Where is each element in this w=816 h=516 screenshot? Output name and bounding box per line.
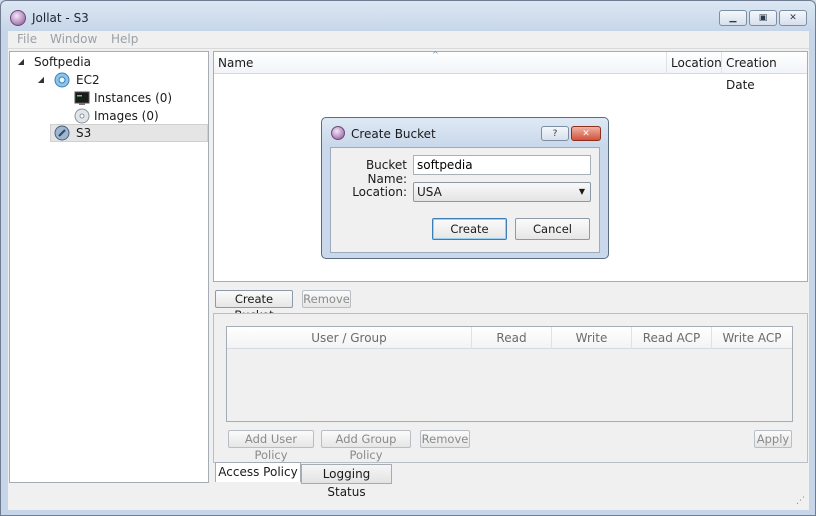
location-label: Location: bbox=[352, 185, 407, 199]
disc-icon bbox=[74, 108, 90, 124]
app-icon bbox=[10, 10, 26, 26]
maximize-button[interactable]: ▣ bbox=[749, 10, 777, 26]
help-button[interactable]: ? bbox=[541, 126, 569, 141]
chevron-down-icon: ▼ bbox=[578, 187, 585, 196]
create-bucket-button[interactable]: Create Bucket bbox=[215, 290, 293, 322]
tab-access-policy[interactable]: Access Policy bbox=[215, 462, 301, 482]
maximize-icon: ▣ bbox=[758, 13, 768, 23]
add-user-policy-button[interactable]: Add User Policy bbox=[228, 430, 314, 462]
bucket-name-input[interactable] bbox=[413, 155, 591, 175]
terminal-icon bbox=[74, 91, 90, 105]
tree-item-label: Instances (0) bbox=[94, 91, 173, 105]
close-icon: ✕ bbox=[582, 129, 590, 139]
create-bucket-dialog: Create Bucket ? ✕ Bucket Name: Location:… bbox=[321, 117, 609, 259]
s3-storage-icon bbox=[54, 125, 70, 141]
column-header-read-acp[interactable]: Read ACP bbox=[632, 327, 712, 349]
remove-bucket-button[interactable]: Remove bbox=[302, 290, 351, 308]
column-header-location[interactable]: Location bbox=[667, 52, 722, 74]
cancel-button[interactable]: Cancel bbox=[515, 218, 590, 240]
add-group-policy-button[interactable]: Add Group Policy bbox=[321, 430, 411, 462]
tree-item-ec2[interactable]: ◢ EC2 bbox=[34, 71, 204, 89]
title-bar[interactable]: Jollat - S3 ▁ ▣ ✕ bbox=[1, 1, 815, 31]
menu-help[interactable]: Help bbox=[111, 32, 138, 46]
close-icon: ✕ bbox=[789, 13, 797, 23]
tree-item-instances[interactable]: Instances (0) bbox=[72, 89, 202, 107]
menu-bar: File Window Help bbox=[8, 31, 809, 49]
policy-grid[interactable]: User / Group Read Write Read ACP Write A… bbox=[226, 326, 793, 422]
tree-item-label: Softpedia bbox=[34, 55, 91, 69]
column-header-user-group[interactable]: User / Group bbox=[227, 327, 472, 349]
bucket-name-label: Bucket Name: bbox=[365, 158, 407, 186]
menu-file[interactable]: File bbox=[17, 32, 37, 46]
minimize-icon: ▁ bbox=[729, 13, 737, 23]
bucket-list-header: Name ^ Location Creation Date bbox=[214, 50, 809, 92]
column-header-write-acp[interactable]: Write ACP bbox=[712, 327, 792, 349]
dialog-app-icon bbox=[331, 126, 345, 140]
tree-item-label: S3 bbox=[76, 126, 92, 140]
minimize-button[interactable]: ▁ bbox=[719, 10, 747, 26]
location-select[interactable]: USA ▼ bbox=[413, 182, 591, 202]
ec2-globe-icon bbox=[54, 72, 70, 88]
tree-item-s3[interactable]: S3 bbox=[54, 124, 204, 142]
policy-grid-header: User / Group Read Write Read ACP Write A… bbox=[227, 327, 792, 349]
resize-grip-icon[interactable]: ⋰ bbox=[796, 496, 805, 506]
dialog-body: Bucket Name: Location: USA ▼ Create Canc… bbox=[330, 147, 600, 253]
remove-policy-button[interactable]: Remove bbox=[420, 430, 470, 448]
location-selected-value: USA bbox=[417, 185, 442, 199]
column-header-creation-date[interactable]: Creation Date bbox=[722, 52, 809, 92]
help-icon: ? bbox=[552, 129, 558, 139]
menu-window[interactable]: Window bbox=[50, 32, 97, 46]
window-title: Jollat - S3 bbox=[32, 11, 89, 25]
navigation-tree[interactable]: ◢ Softpedia ◢ EC2 Instances (0) Images (… bbox=[9, 51, 209, 483]
create-button[interactable]: Create bbox=[432, 218, 507, 240]
close-button[interactable]: ✕ bbox=[779, 10, 807, 26]
tree-item-images[interactable]: Images (0) bbox=[72, 107, 202, 125]
column-header-read[interactable]: Read bbox=[472, 327, 552, 349]
dialog-close-button[interactable]: ✕ bbox=[571, 126, 601, 141]
access-policy-panel: User / Group Read Write Read ACP Write A… bbox=[213, 313, 808, 463]
sort-ascending-icon: ^ bbox=[432, 50, 439, 59]
tab-logging-status[interactable]: Logging Status bbox=[301, 464, 392, 499]
dialog-title: Create Bucket bbox=[351, 127, 436, 141]
column-header-write[interactable]: Write bbox=[552, 327, 632, 349]
apply-button[interactable]: Apply bbox=[754, 430, 792, 448]
tree-item-label: EC2 bbox=[76, 73, 100, 87]
tree-item-label: Images (0) bbox=[94, 109, 159, 123]
tree-item-softpedia[interactable]: ◢ Softpedia bbox=[16, 53, 206, 71]
expand-triangle-icon[interactable]: ◢ bbox=[16, 53, 26, 71]
expand-triangle-icon[interactable]: ◢ bbox=[36, 71, 46, 89]
column-header-name[interactable]: Name ^ bbox=[214, 50, 667, 74]
